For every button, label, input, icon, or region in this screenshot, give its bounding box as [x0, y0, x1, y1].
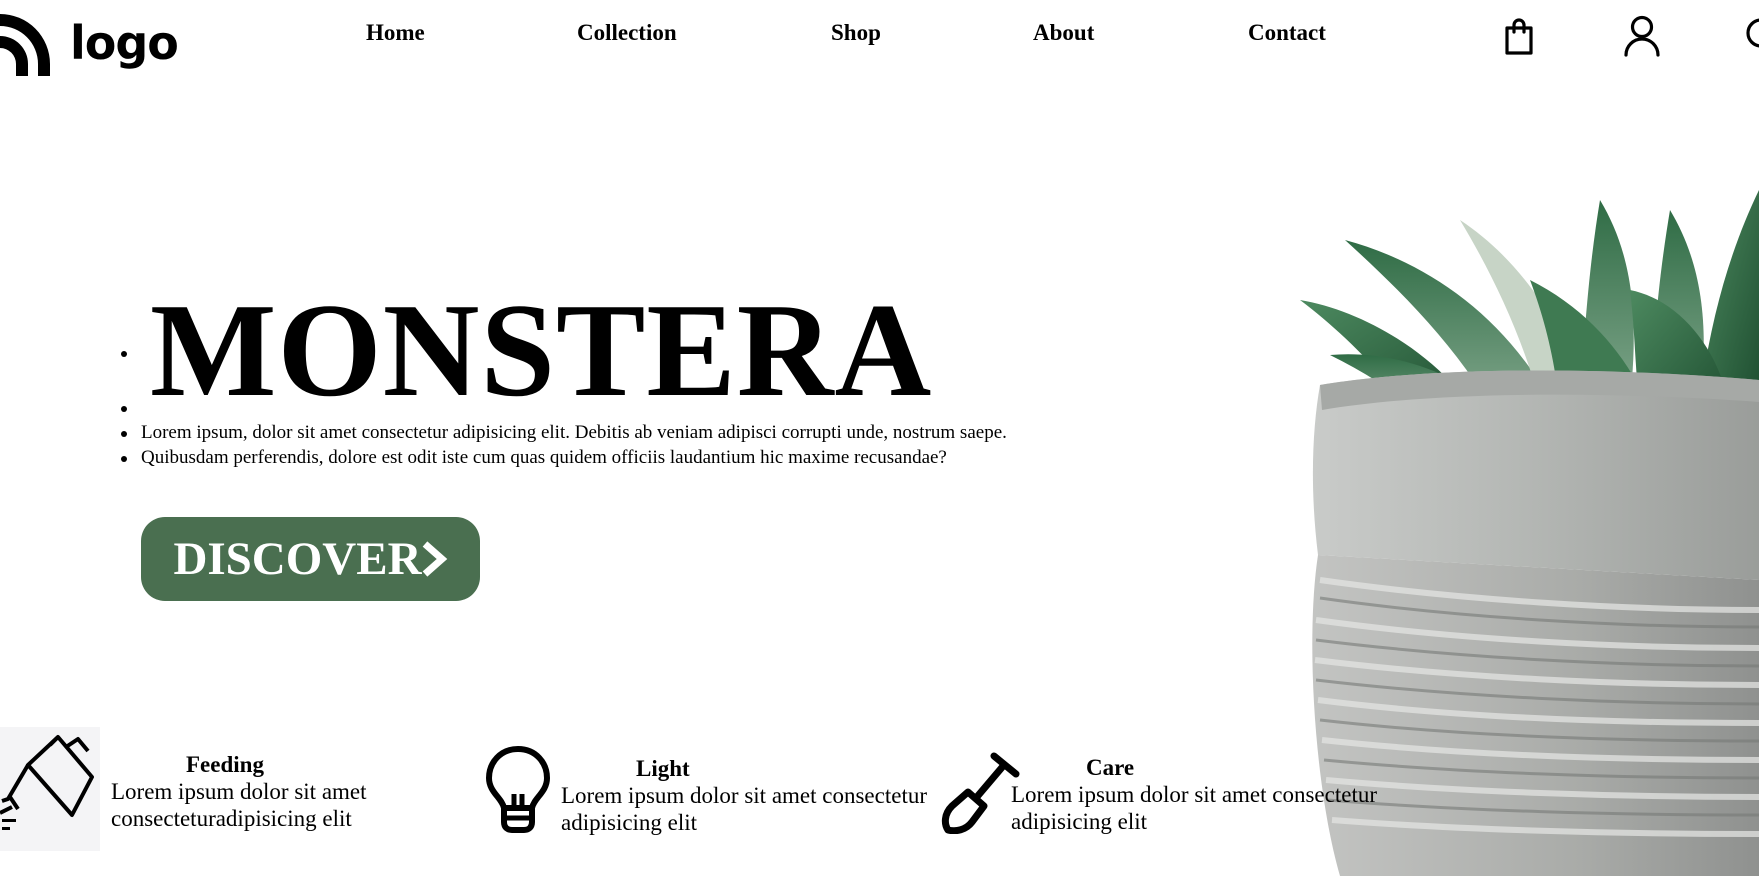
feature-text-feeding-line-2: consecteturadipisicing elit	[111, 806, 352, 831]
logo-text: logo	[70, 16, 179, 70]
feature-text-care-line-2: adipisicing elit	[1011, 809, 1148, 834]
discover-button-label: DISCOVER	[173, 532, 422, 585]
feature-text-light-line-2: adipisicing elit	[561, 810, 698, 835]
user-icon[interactable]	[1623, 15, 1661, 57]
watering-can-icon	[0, 727, 100, 851]
search-icon[interactable]	[1745, 18, 1759, 52]
light-bulb-icon	[486, 746, 550, 833]
logo-mark-icon	[0, 14, 50, 76]
list-bullet	[121, 406, 127, 412]
shovel-icon	[941, 752, 1020, 834]
feature-text-feeding-line-1: Lorem ipsum dolor sit amet	[111, 779, 367, 804]
feature-text-light-line-1: Lorem ipsum dolor sit amet consectetur	[561, 783, 927, 808]
list-bullet	[121, 431, 127, 437]
discover-button[interactable]: DISCOVER	[141, 517, 480, 601]
nav-contact[interactable]: Contact	[1248, 20, 1326, 46]
nav-collection[interactable]: Collection	[577, 20, 677, 46]
shopping-bag-icon[interactable]	[1503, 16, 1535, 56]
nav-shop[interactable]: Shop	[831, 20, 881, 46]
hero-title: MONSTERA	[150, 276, 933, 424]
logo[interactable]: logo	[0, 10, 179, 76]
feature-text-care-line-1: Lorem ipsum dolor sit amet consectetur	[1011, 782, 1377, 807]
succulent-plant-image	[1300, 190, 1759, 876]
nav-home[interactable]: Home	[366, 20, 425, 46]
feature-title-light: Light	[636, 756, 690, 781]
chevron-right-icon	[422, 541, 447, 577]
feature-title-care: Care	[1086, 755, 1135, 780]
feature-title-feeding: Feeding	[186, 752, 264, 777]
list-bullet	[121, 456, 127, 462]
nav-about[interactable]: About	[1033, 20, 1094, 46]
hero-description-line-2: Quibusdam perferendis, dolore est odit i…	[141, 447, 947, 468]
list-bullet	[121, 351, 127, 357]
hero-description-line-1: Lorem ipsum, dolor sit amet consectetur …	[141, 422, 1007, 443]
